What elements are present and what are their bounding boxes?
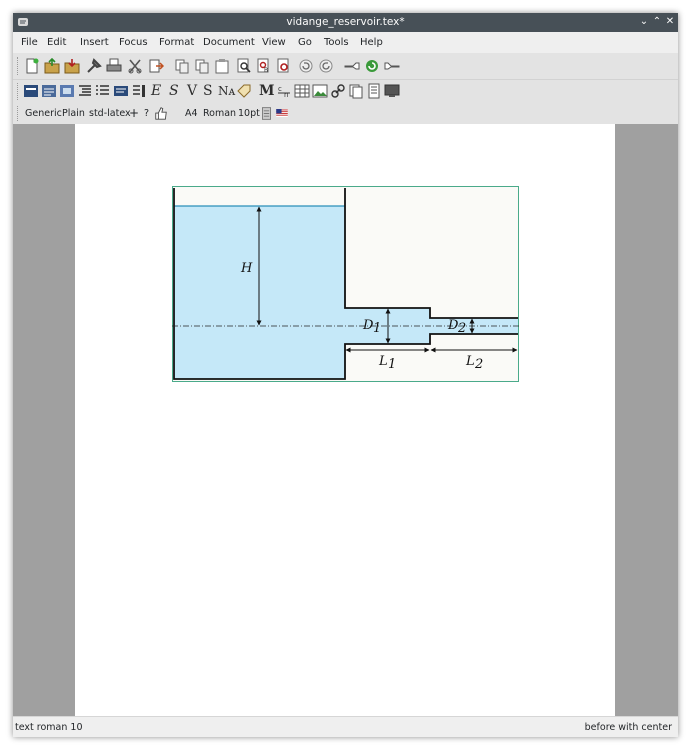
- window-title: vidange_reservoir.tex*: [286, 16, 405, 28]
- style-variant-button[interactable]: Plain: [62, 108, 85, 119]
- copy-to-icon[interactable]: [193, 57, 211, 75]
- label-l1-sub: 1: [388, 357, 396, 372]
- new-document-icon[interactable]: [23, 57, 41, 75]
- link-icon[interactable]: [329, 82, 347, 100]
- label-l2: L: [465, 354, 475, 369]
- label-d2-sub: 2: [457, 321, 466, 336]
- label-d1-sub: 1: [373, 321, 381, 336]
- pointer-back-icon[interactable]: [343, 57, 361, 75]
- package-button[interactable]: std-latex: [89, 108, 131, 119]
- menu-edit[interactable]: Edit: [47, 37, 66, 48]
- close-icon[interactable]: ✕: [664, 15, 676, 29]
- menu-help[interactable]: Help: [360, 37, 383, 48]
- verbatim-glyph[interactable]: V: [187, 83, 197, 99]
- footnote-icon[interactable]: [365, 82, 383, 100]
- export-icon[interactable]: [147, 57, 165, 75]
- format-toolbar: Generic Plain std-latex + ? A4 Roman 10p…: [13, 103, 678, 125]
- title-bar: vidange_reservoir.tex* ⌄ ⌃ ✕: [13, 13, 678, 32]
- spell-check-icon[interactable]: [275, 57, 293, 75]
- font-button[interactable]: Roman: [203, 108, 236, 119]
- toolbar-grip[interactable]: [17, 57, 20, 75]
- list-icon[interactable]: [94, 82, 112, 100]
- svg-text:c: c: [278, 85, 282, 93]
- paste-icon[interactable]: [213, 57, 231, 75]
- app-window: vidange_reservoir.tex* ⌄ ⌃ ✕ File Edit I…: [13, 13, 678, 737]
- menu-document[interactable]: Document: [203, 37, 255, 48]
- sample-glyph[interactable]: S: [203, 83, 213, 99]
- pointer-forward-icon[interactable]: [383, 57, 401, 75]
- add-package-button[interactable]: +: [129, 106, 139, 120]
- toolbar-grip-3[interactable]: [17, 106, 20, 121]
- open-file-icon[interactable]: [43, 57, 61, 75]
- page-layout-icon[interactable]: [261, 106, 271, 120]
- status-left-text: text roman 10: [15, 722, 83, 733]
- fraction-icon[interactable]: cn: [275, 82, 293, 100]
- reservoir-figure[interactable]: H D 1 D 2 L 1 L 2: [172, 186, 519, 382]
- emphasize-glyph[interactable]: E: [151, 83, 161, 99]
- math-glyph[interactable]: M: [259, 83, 275, 99]
- mode-toolbar: E S V S Nᴀ M cn: [13, 80, 678, 104]
- menu-insert[interactable]: Insert: [80, 37, 109, 48]
- menu-bar: File Edit Insert Focus Format Document V…: [13, 32, 678, 53]
- environment-icon[interactable]: [58, 82, 76, 100]
- thumbs-up-icon[interactable]: [154, 105, 168, 121]
- label-l2-sub: 2: [474, 357, 483, 372]
- maximize-icon[interactable]: ⌃: [651, 15, 663, 29]
- status-bar: text roman 10 before with center: [13, 716, 678, 737]
- document-page[interactable]: H D 1 D 2 L 1 L 2: [75, 124, 615, 716]
- print-icon[interactable]: [105, 57, 123, 75]
- paragraph-icon[interactable]: [40, 82, 58, 100]
- menu-focus[interactable]: Focus: [119, 37, 148, 48]
- table-of-contents-icon[interactable]: [130, 82, 148, 100]
- menu-view[interactable]: View: [262, 37, 286, 48]
- section-icon[interactable]: [22, 82, 40, 100]
- font-size-button[interactable]: 10pt: [238, 108, 260, 119]
- status-right-text: before with center: [584, 722, 672, 733]
- redo-icon[interactable]: [317, 57, 335, 75]
- svg-text:B: B: [264, 67, 268, 74]
- undo-icon[interactable]: [297, 57, 315, 75]
- help-button[interactable]: ?: [144, 108, 149, 119]
- menu-tools[interactable]: Tools: [324, 37, 349, 48]
- document-style-button[interactable]: Generic: [25, 108, 62, 119]
- label-l1: L: [378, 354, 388, 369]
- note-icon[interactable]: [347, 82, 365, 100]
- strong-glyph[interactable]: S: [169, 83, 179, 99]
- image-icon[interactable]: [311, 82, 329, 100]
- canvas-area[interactable]: H D 1 D 2 L 1 L 2: [13, 124, 678, 716]
- session-icon[interactable]: [383, 82, 401, 100]
- name-glyph[interactable]: Nᴀ: [218, 84, 235, 98]
- table-icon[interactable]: [293, 82, 311, 100]
- build-icon[interactable]: [85, 57, 103, 75]
- copy-icon[interactable]: [173, 57, 191, 75]
- find-icon[interactable]: [235, 57, 253, 75]
- language-flag-icon[interactable]: [275, 106, 288, 120]
- svg-text:n: n: [284, 91, 288, 99]
- menu-file[interactable]: File: [21, 37, 38, 48]
- save-file-icon[interactable]: [63, 57, 81, 75]
- cut-icon[interactable]: [126, 57, 144, 75]
- replace-icon[interactable]: B: [255, 57, 273, 75]
- description-icon[interactable]: [112, 82, 130, 100]
- tag-icon[interactable]: [235, 82, 253, 100]
- refresh-icon[interactable]: [363, 57, 381, 75]
- label-h: H: [240, 261, 253, 276]
- indent-icon[interactable]: [76, 82, 94, 100]
- paper-size-button[interactable]: A4: [185, 108, 198, 119]
- menu-go[interactable]: Go: [298, 37, 312, 48]
- main-toolbar: B: [13, 53, 678, 80]
- toolbar-grip-2[interactable]: [17, 83, 20, 100]
- minimize-icon[interactable]: ⌄: [638, 15, 650, 29]
- menu-format[interactable]: Format: [159, 37, 194, 48]
